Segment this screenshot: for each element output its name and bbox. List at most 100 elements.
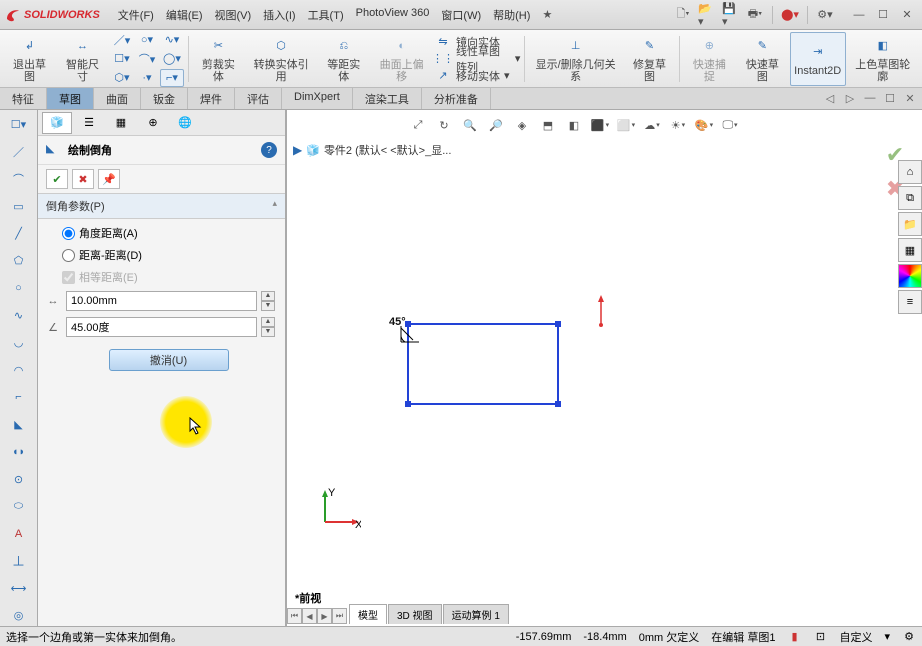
open-icon[interactable]: 📂▾ <box>698 6 716 24</box>
help-icon[interactable]: ? <box>261 142 277 158</box>
bn-next[interactable]: ▶ <box>317 608 332 624</box>
vt-scene[interactable]: ☁▾ <box>641 114 663 136</box>
line-tool[interactable]: ／▾ <box>110 31 134 49</box>
breadcrumb[interactable]: ▶ 🧊 零件2 (默认< <默认>_显... <box>293 142 451 158</box>
doc-next[interactable]: ▷ <box>842 90 858 106</box>
rr-view-pal[interactable]: ▦ <box>898 238 922 262</box>
menu-tools[interactable]: 工具(T) <box>304 5 348 25</box>
spline-tool[interactable]: ∿▾ <box>160 31 184 49</box>
lt-arc[interactable]: ⌒ <box>5 169 33 190</box>
params-header[interactable]: 倒角参数(P) <box>38 193 285 219</box>
menu-file[interactable]: 文件(F) <box>114 5 158 25</box>
lt-point[interactable]: ⊙ <box>5 468 33 489</box>
rr-custom[interactable]: ≡ <box>898 290 922 314</box>
graphics-area[interactable]: ⤢ ↻ 🔍 🔎 ◈ ⬒ ◧ ⬛▾ ⬜▾ ☁▾ ☀▾ 🎨▾ 🖵▾ ▶ 🧊 零件2 … <box>286 110 922 626</box>
contour-button[interactable]: ◧ 上色草图轮廓 <box>848 32 918 86</box>
circle-tool[interactable]: ○▾ <box>135 31 159 49</box>
repair-button[interactable]: ✎ 修复草图 <box>624 32 675 86</box>
lt-circle[interactable]: ○ <box>5 278 33 299</box>
sb-lock-icon[interactable]: ▮ <box>787 630 801 644</box>
vt-display[interactable]: 🖵▾ <box>719 114 741 136</box>
rebuild-icon[interactable]: ⬤▾ <box>781 6 799 24</box>
minimize-button[interactable]: — <box>848 6 870 24</box>
lt-fillet[interactable]: ⌐ <box>5 387 33 408</box>
exit-sketch-button[interactable]: ↲ 退出草图 <box>4 32 55 86</box>
rr-design-lib[interactable]: ⧉ <box>898 186 922 210</box>
lt-construct[interactable]: 丄 <box>5 550 33 571</box>
tab-features[interactable]: 特征 <box>0 88 47 109</box>
doc-min[interactable]: — <box>862 90 878 106</box>
angle-input[interactable] <box>66 317 257 337</box>
handle-tr[interactable] <box>555 321 561 327</box>
tab-evaluate[interactable]: 评估 <box>235 88 282 109</box>
radio-angle-distance[interactable]: 角度距离(A) <box>62 225 275 241</box>
menu-help[interactable]: 帮助(H) <box>489 5 534 25</box>
bn-last[interactable]: ⏭ <box>332 608 347 624</box>
ptab-config[interactable]: ☰ <box>74 112 104 134</box>
tab-sketch[interactable]: 草图 <box>47 88 94 109</box>
lt-ellipse[interactable]: ⬭ <box>5 496 33 517</box>
vt-style[interactable]: ⬛▾ <box>589 114 611 136</box>
mirror-icon[interactable]: ⇋ <box>434 33 452 51</box>
lt-chamfer[interactable]: ◣ <box>5 414 33 435</box>
menu-edit[interactable]: 编辑(E) <box>162 5 207 25</box>
tab-weldment[interactable]: 焊件 <box>188 88 235 109</box>
point-tool[interactable]: ·▾ <box>135 69 159 87</box>
quick-sketch-button[interactable]: ✎ 快速草图 <box>737 32 788 86</box>
trim-button[interactable]: ✂ 剪裁实体 <box>193 32 244 86</box>
sb-custom[interactable]: 自定义 <box>839 629 872 645</box>
vt-zoom-fit[interactable]: ⤢ <box>407 114 429 136</box>
fillet-tool[interactable]: ⌐▾ <box>160 69 184 87</box>
instant2d-button[interactable]: ⇥ Instant2D <box>790 32 846 86</box>
convert-button[interactable]: ⬡ 转换实体引用 <box>246 32 316 86</box>
radio-angle-dist-input[interactable] <box>62 227 75 240</box>
lt-select[interactable]: ☐▾ <box>5 114 33 135</box>
handle-bl[interactable] <box>405 401 411 407</box>
vt-hlr[interactable]: ⬜▾ <box>615 114 637 136</box>
rr-file-exp[interactable]: 📁 <box>898 212 922 236</box>
lt-line2[interactable]: ╱ <box>5 223 33 244</box>
rect-tool[interactable]: ☐▾ <box>110 50 134 68</box>
maximize-button[interactable]: ☐ <box>872 6 894 24</box>
vt-zoom[interactable]: 🔍 <box>459 114 481 136</box>
move-icon[interactable]: ↗ <box>434 67 452 85</box>
bn-first[interactable]: ⏮ <box>287 608 302 624</box>
sb-unit-icon[interactable]: ⊡ <box>813 630 827 644</box>
ptab-display[interactable]: ▦ <box>106 112 136 134</box>
relations-button[interactable]: ⊥ 显示/删除几何关系 <box>529 32 622 86</box>
rr-appearance[interactable] <box>898 264 922 288</box>
ellipse-tool[interactable]: ◯▾ <box>160 50 184 68</box>
radio-distance-distance[interactable]: 距离-距离(D) <box>62 247 275 263</box>
doc-close[interactable]: ✕ <box>902 90 918 106</box>
lt-rect[interactable]: ▭ <box>5 196 33 217</box>
distance-input[interactable] <box>66 291 257 311</box>
save-icon[interactable]: 💾▾ <box>722 6 740 24</box>
polygon-tool[interactable]: ⬡▾ <box>110 69 134 87</box>
rr-home[interactable]: ⌂ <box>898 160 922 184</box>
search-icon[interactable]: ★ <box>538 6 556 24</box>
vt-zoom-area[interactable]: 🔎 <box>485 114 507 136</box>
cancel-button[interactable]: ✖ <box>72 169 94 189</box>
print-icon[interactable]: 🖶▾ <box>746 6 764 24</box>
lt-dim[interactable]: ⟷ <box>5 578 33 599</box>
close-button[interactable]: ✕ <box>896 6 918 24</box>
move-label[interactable]: 移动实体 <box>456 68 500 84</box>
undo-button[interactable]: 撤消(U) <box>109 349 229 371</box>
ptab-sensor[interactable]: ⊕ <box>138 112 168 134</box>
linear-pattern-icon[interactable]: ⋮⋮ <box>434 50 452 68</box>
arc-tool[interactable]: ⌒▾ <box>135 50 159 68</box>
vt-draft[interactable]: ◧ <box>563 114 585 136</box>
lt-text[interactable]: A <box>5 523 33 544</box>
vt-rotate[interactable]: ↻ <box>433 114 455 136</box>
vt-appearance[interactable]: 🎨▾ <box>693 114 715 136</box>
lt-line[interactable]: ／ <box>5 141 33 162</box>
menu-insert[interactable]: 插入(I) <box>259 5 299 25</box>
lt-arc3[interactable]: ◠ <box>5 359 33 380</box>
radio-dist-dist-input[interactable] <box>62 249 75 262</box>
pin-button[interactable]: 📌 <box>98 169 120 189</box>
doc-prev[interactable]: ◁ <box>822 90 838 106</box>
tab-surface[interactable]: 曲面 <box>94 88 141 109</box>
vt-camera[interactable]: ☀▾ <box>667 114 689 136</box>
btab-3dview[interactable]: 3D 视图 <box>388 604 442 624</box>
menu-view[interactable]: 视图(V) <box>211 5 256 25</box>
